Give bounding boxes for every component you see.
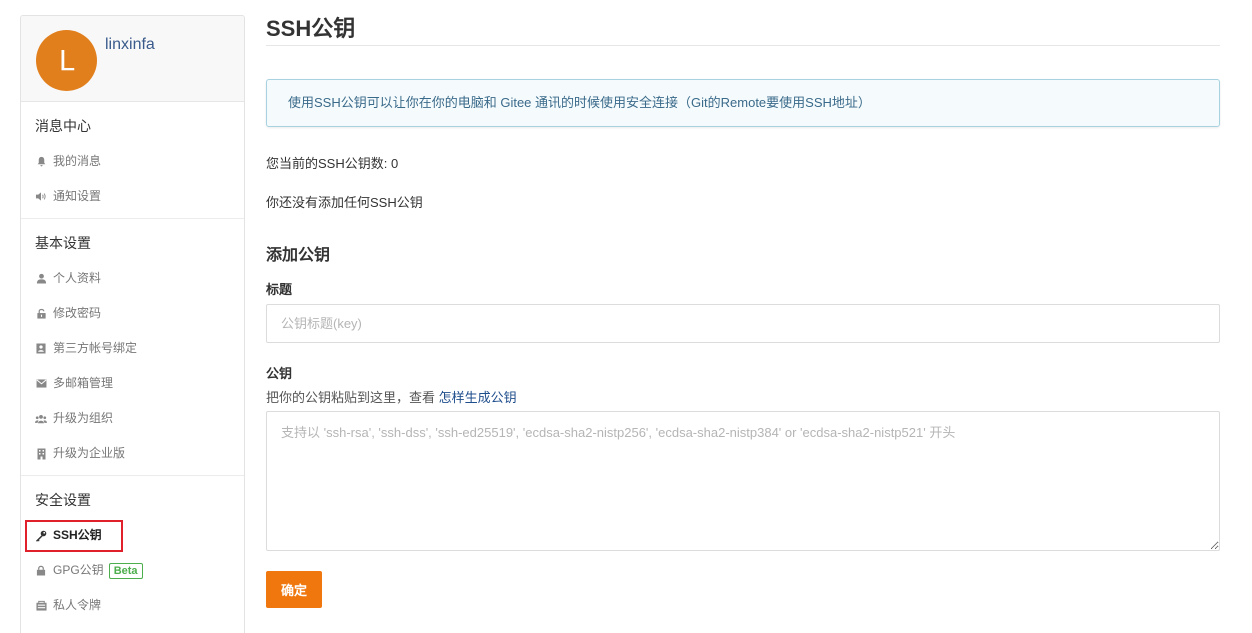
sidebar-item-label: GPG公钥 (53, 563, 104, 577)
users-icon (35, 413, 47, 425)
volume-icon (35, 191, 47, 203)
add-key-heading: 添加公钥 (266, 247, 331, 264)
info-alert: 使用SSH公钥可以让你在你的电脑和 Gitee 通讯的时候使用安全连接（Git的… (266, 79, 1220, 127)
public-key-textarea[interactable] (266, 411, 1220, 551)
sidebar-item-label: 多邮箱管理 (53, 376, 114, 390)
ssh-key-count: 您当前的SSH公钥数: 0 (266, 156, 399, 171)
sidebar-item-label: 升级为组织 (53, 411, 114, 425)
main-content: SSH公钥 使用SSH公钥可以让你在你的电脑和 Gitee 通讯的时候使用安全连… (266, 0, 1220, 608)
sidebar-item-label: 私人令牌 (53, 598, 102, 612)
settings-sidebar: L linxinfa 消息中心 我的消息 通知设置 基本设置 个人资料 修改密码… (20, 15, 245, 633)
key-hint: 把你的公钥粘贴到这里，查看 怎样生成公钥 (266, 387, 1220, 406)
beta-badge: Beta (108, 562, 143, 579)
token-icon (35, 600, 47, 612)
envelope-icon (35, 378, 47, 390)
username-link[interactable]: linxinfa (105, 36, 155, 54)
sidebar-item-upgrade-enterprise[interactable]: 升级为企业版 (21, 436, 244, 471)
sidebar-item-gpg-keys[interactable]: GPG公钥 Beta (21, 553, 244, 588)
sidebar-item-label: 通知设置 (53, 189, 102, 203)
sidebar-item-label: 我的消息 (53, 154, 102, 168)
sidebar-item-label: 第三方帐号绑定 (53, 341, 138, 355)
section-messages: 消息中心 我的消息 通知设置 (21, 102, 244, 219)
section-title: 基本设置 (35, 235, 91, 251)
sidebar-item-change-password[interactable]: 修改密码 (21, 296, 244, 331)
profile-header: L linxinfa (21, 16, 244, 102)
sidebar-item-third-party-binding[interactable]: 第三方帐号绑定 (21, 331, 244, 366)
key-hint-text: 把你的公钥粘贴到这里，查看 (266, 390, 439, 405)
sidebar-item-private-token[interactable]: 私人令牌 (21, 588, 244, 623)
sidebar-item-label: 个人资料 (53, 271, 102, 285)
user-icon (35, 273, 47, 285)
lock-icon (35, 565, 47, 577)
section-security-settings: 安全设置 SSH公钥 GPG公钥 Beta 私人令牌 (21, 476, 244, 627)
sidebar-item-notification-settings[interactable]: 通知设置 (21, 179, 244, 214)
key-icon (35, 530, 47, 542)
how-to-generate-key-link[interactable]: 怎样生成公钥 (439, 390, 517, 405)
section-basic-settings: 基本设置 个人资料 修改密码 第三方帐号绑定 多邮箱管理 升级为组织 升级为企业… (21, 219, 244, 476)
title-label: 标题 (266, 282, 293, 297)
submit-button[interactable]: 确定 (266, 571, 322, 608)
sidebar-item-email-management[interactable]: 多邮箱管理 (21, 366, 244, 401)
sidebar-item-label: 升级为企业版 (53, 446, 126, 460)
sidebar-item-ssh-keys[interactable]: SSH公钥 (21, 518, 244, 553)
section-title: 消息中心 (35, 118, 91, 134)
sidebar-item-label: SSH公钥 (53, 528, 102, 542)
unlock-icon (35, 308, 47, 320)
empty-state-text: 你还没有添加任何SSH公钥 (266, 195, 423, 210)
sidebar-item-profile[interactable]: 个人资料 (21, 261, 244, 296)
building-icon (35, 448, 47, 460)
section-title: 安全设置 (35, 492, 91, 508)
bell-icon (35, 156, 47, 168)
sidebar-item-upgrade-organization[interactable]: 升级为组织 (21, 401, 244, 436)
sidebar-item-my-messages[interactable]: 我的消息 (21, 144, 244, 179)
avatar[interactable]: L (36, 30, 97, 91)
page-title: SSH公钥 (266, 0, 1220, 46)
contact-card-icon (35, 343, 47, 355)
key-label: 公钥 (266, 366, 293, 381)
key-title-input[interactable] (266, 304, 1220, 343)
sidebar-item-label: 修改密码 (53, 306, 102, 320)
